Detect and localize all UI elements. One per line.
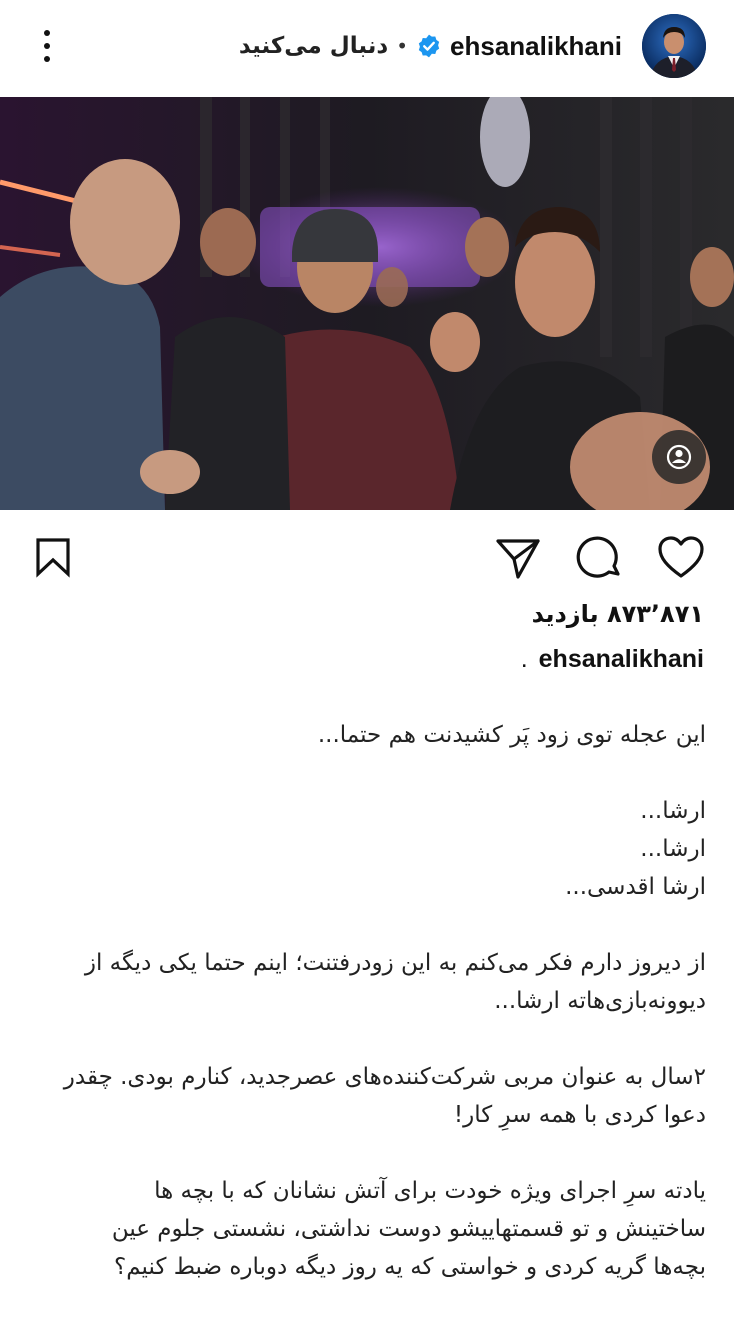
following-button[interactable]: دنبال می‌کنید (239, 33, 388, 59)
heart-icon (658, 536, 704, 578)
header-text-row: دنبال می‌کنید • ehsanalikhani (239, 26, 622, 66)
user-tag-icon (666, 444, 692, 470)
caption-dot: . (520, 645, 528, 673)
caption-paragraph: ارشا... ارشا... ارشا اقدسی... (28, 792, 706, 906)
post-image (0, 97, 734, 510)
caption-line: ارشا... (640, 836, 706, 862)
comment-button[interactable] (576, 534, 624, 582)
caption-line: دیوونه‌بازی‌هاته ارشا... (494, 988, 706, 1014)
more-vertical-icon (44, 30, 50, 36)
caption-line: ۲سال به عنوان مربی شرکت‌کننده‌های عصرجدی… (63, 1064, 706, 1090)
header-username[interactable]: ehsanalikhani (450, 31, 622, 62)
caption-line: از دیروز دارم فکر می‌کنم به این زودرفتنت… (84, 950, 706, 976)
caption-paragraph: این عجله توی زود پَر کشیدنت هم حتما... (28, 716, 706, 754)
caption-paragraph: یادته سرِ اجرای ویژه خودت برای آتش نشانا… (28, 1172, 706, 1286)
send-icon (496, 539, 540, 579)
caption-paragraph: ۲سال به عنوان مربی شرکت‌کننده‌های عصرجدی… (28, 1058, 706, 1134)
caption-line: یادته سرِ اجرای ویژه خودت برای آتش نشانا… (154, 1178, 706, 1204)
save-button[interactable] (30, 534, 78, 582)
comment-icon (576, 536, 620, 578)
share-button[interactable] (494, 534, 542, 582)
post-header: دنبال می‌کنید • ehsanalikhani (0, 0, 734, 96)
caption-line: ارشا... (640, 798, 706, 824)
post-caption: این عجله توی زود پَر کشیدنت هم حتما... ا… (28, 716, 706, 1324)
bookmark-icon (36, 538, 70, 578)
like-button[interactable] (657, 534, 705, 582)
caption-line: این عجله توی زود پَر کشیدنت هم حتما... (317, 722, 706, 748)
avatar[interactable] (642, 14, 706, 78)
avatar-image (642, 14, 706, 78)
post-actions (0, 510, 734, 600)
more-dot (44, 43, 50, 49)
caption-username[interactable]: ehsanalikhani (539, 645, 704, 673)
separator-dot: • (396, 34, 409, 58)
more-dot (44, 56, 50, 62)
more-options-button[interactable] (36, 26, 60, 66)
caption-line: ساختینش و تو قسمتهاییشو دوست نداشتی، نشس… (111, 1216, 706, 1242)
user-tag-button[interactable] (652, 430, 706, 484)
post-photo[interactable] (0, 97, 734, 510)
caption-line: بچه‌ها گریه کردی و خواستی که یه روز دیگه… (114, 1254, 706, 1280)
caption-line: ارشا اقدسی... (565, 874, 706, 900)
verified-badge-icon (418, 34, 440, 58)
caption-line: دعوا کردی با همه سرِ کار! (453, 1102, 706, 1128)
view-count: ۸۷۳٬۸۷۱ بازدید (531, 600, 704, 628)
caption-username-row: . ehsanalikhani (521, 645, 704, 674)
caption-paragraph: از دیروز دارم فکر می‌کنم به این زودرفتنت… (28, 944, 706, 1020)
